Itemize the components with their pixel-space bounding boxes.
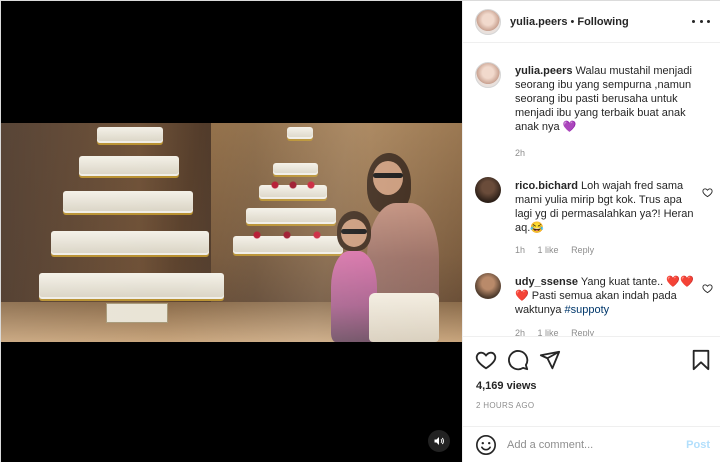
comment-age[interactable]: 1h bbox=[515, 245, 525, 255]
comment-input[interactable] bbox=[507, 439, 677, 451]
comment-username[interactable]: rico.bichard bbox=[515, 180, 578, 192]
view-count[interactable]: 4,169 views bbox=[476, 380, 537, 392]
comments-list: yulia.peers Walau mustahil menjadi seora… bbox=[463, 44, 720, 336]
paper-plane-icon[interactable] bbox=[539, 349, 561, 371]
following-button[interactable]: Following bbox=[577, 16, 628, 28]
emoji-icon[interactable] bbox=[475, 434, 497, 456]
add-comment-bar: Post bbox=[463, 426, 720, 462]
more-options-icon[interactable] bbox=[692, 15, 710, 27]
post-button[interactable]: Post bbox=[686, 439, 710, 451]
header-username[interactable]: yulia.peers bbox=[510, 16, 567, 28]
caption-avatar[interactable] bbox=[475, 62, 501, 88]
comment-like-heart-icon[interactable] bbox=[702, 283, 713, 294]
comment-like-heart-icon[interactable] bbox=[702, 187, 713, 198]
caption-age[interactable]: 2h bbox=[515, 148, 525, 158]
post-sidebar: yulia.peers • Following yulia.peers Walau … bbox=[462, 1, 720, 462]
post-actions: 4,169 views 2 HOURS AGO bbox=[463, 336, 720, 426]
video-player[interactable] bbox=[1, 1, 462, 462]
video-frame bbox=[1, 123, 462, 342]
comment-bubble-icon[interactable] bbox=[507, 349, 529, 371]
reply-button[interactable]: Reply bbox=[571, 328, 594, 336]
bookmark-icon[interactable] bbox=[690, 349, 712, 371]
heart-icon[interactable] bbox=[475, 349, 497, 371]
post-header: yulia.peers • Following bbox=[463, 1, 720, 43]
hashtag-link[interactable]: #suppoty bbox=[565, 304, 610, 316]
comment-likes[interactable]: 1 like bbox=[538, 328, 559, 336]
header-separator: • bbox=[570, 15, 575, 28]
post-timestamp: 2 HOURS AGO bbox=[476, 401, 535, 410]
post-dialog: yulia.peers • Following yulia.peers Walau … bbox=[0, 0, 720, 462]
caption-username[interactable]: yulia.peers bbox=[515, 65, 572, 77]
commenter-avatar[interactable] bbox=[475, 273, 501, 299]
comment-likes[interactable]: 1 like bbox=[538, 245, 559, 255]
commenter-avatar[interactable] bbox=[475, 177, 501, 203]
comment-age[interactable]: 2h bbox=[515, 328, 525, 336]
avatar[interactable] bbox=[475, 8, 501, 35]
speaker-icon[interactable] bbox=[428, 430, 450, 452]
comment-username[interactable]: udy_ssense bbox=[515, 276, 578, 288]
reply-button[interactable]: Reply bbox=[571, 245, 594, 255]
